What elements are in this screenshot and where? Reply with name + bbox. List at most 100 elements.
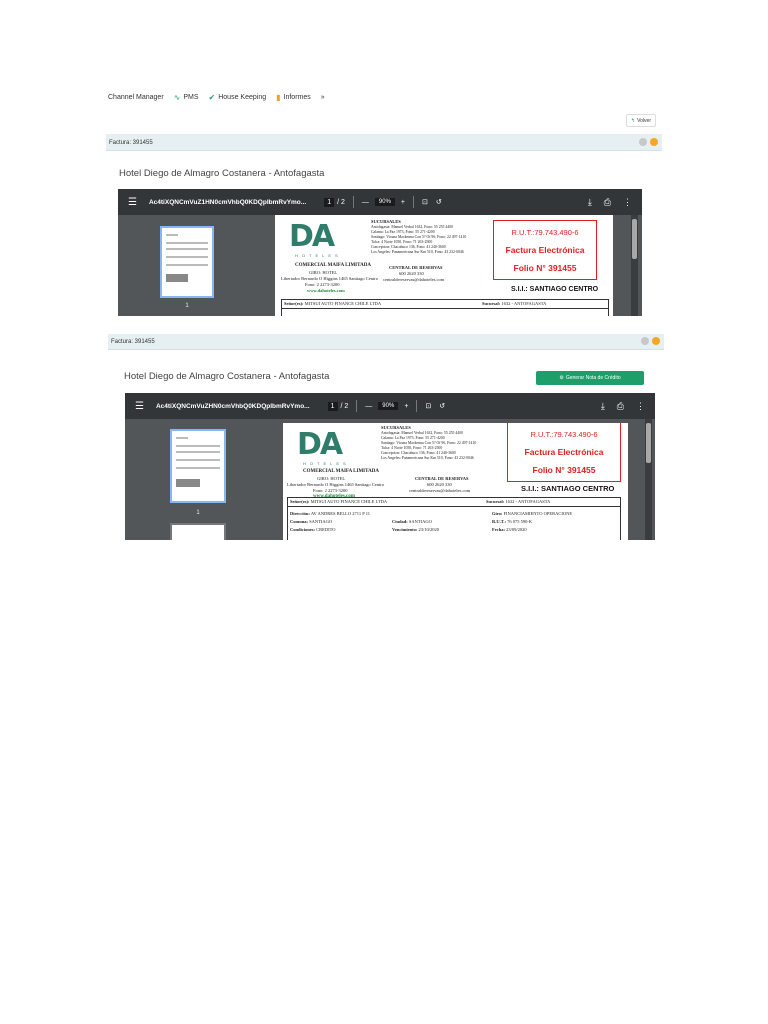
company-giro: GIRO: HOTEL <box>317 476 346 481</box>
field-label: Señor(es): <box>284 301 304 306</box>
factura-title: Factura: 391455 <box>109 139 153 146</box>
branch-line: Calama: La Paz 1973, Fono: 55 271-4200 <box>381 436 445 440</box>
doc-type: Factura Electrónica <box>524 447 604 457</box>
nav-more[interactable]: » <box>321 94 325 101</box>
field-label: Giro: <box>492 511 503 516</box>
pdf-filename: Ac4tiXQNCmVuZ1HN0cmVhbQ0KDQpIbmRvYmo... <box>148 198 307 206</box>
rotate-icon[interactable]: ↺ <box>436 198 442 206</box>
nav-house-keeping[interactable]: ✔ House Keeping <box>209 93 267 102</box>
nav-channel-manager[interactable]: Channel Manager <box>108 94 164 101</box>
fit-page-icon[interactable]: ⊡ <box>425 402 431 410</box>
nav-informes[interactable]: ▮ Informes <box>276 93 311 102</box>
branch-line: Santiago: Vicuna Mackenna Con 5? Of 96, … <box>381 441 477 445</box>
toolbar-row: ↰ Volver <box>106 108 662 135</box>
field-value: 1632 - ANTOFAGASTA <box>505 499 551 504</box>
nav-label: Channel Manager <box>108 93 164 101</box>
page-indicator: 1 / 2 <box>327 401 349 411</box>
doc-type: Factura Electrónica <box>505 245 585 255</box>
field-value: MITSUI AUTO FINANCE CHILE LTDA <box>310 499 388 504</box>
sucursales-title: SUCURSALES <box>381 425 411 430</box>
invoice-panel-1: ↰ Volver Factura: 391455 Hotel Diego de … <box>106 108 662 316</box>
menu-icon[interactable]: ☰ <box>128 197 137 208</box>
rut-text: R.U.T.:79.743.490-6 <box>511 228 579 237</box>
zoom-out-icon[interactable]: — <box>365 403 372 410</box>
company-address: Libertador Bernardo O Higgins 1465 Santi… <box>281 276 378 281</box>
rut-field: R.U.T.: 76 075 590-K <box>492 519 532 524</box>
sucursal-field: Sucursal: 1632 - ANTOFAGASTA <box>486 499 550 504</box>
comuna-field: Comuna: SANTIAGO <box>290 519 332 524</box>
zoom-level[interactable]: 90% <box>374 198 395 206</box>
nav-label: House Keeping <box>218 93 267 101</box>
collapse-icon[interactable] <box>639 138 647 146</box>
branch-line: Los Angeles: Panamericana Sur Km 510, Fo… <box>371 250 464 254</box>
generar-nota-credito-button[interactable]: ⚙ Generar Nota de Crédito <box>536 371 644 385</box>
page-indicator: 1 / 2 <box>324 197 345 207</box>
company-web[interactable]: www.dahoteles.com <box>307 288 345 293</box>
field-value: CREDITO <box>316 527 336 532</box>
download-icon[interactable]: ⤓ <box>588 197 592 208</box>
pdf-page: DA HOTELES COMERCIAL MAIFA LIMITADA GIRO… <box>283 423 628 540</box>
divider <box>416 400 418 412</box>
senor-field: Señor(es): MITSUI AUTO FINANCE CHILE LTD… <box>290 499 387 504</box>
invoice-red-box: R.U.T.:79.743.490-6 Factura Electrónica … <box>493 220 597 280</box>
thumbnail-number: 1 <box>185 303 189 309</box>
page-input[interactable]: 1 <box>327 401 338 411</box>
thumbnail-number: 1 <box>196 510 200 516</box>
vencimiento-field: Vencimiento: 23/10/2020 <box>392 527 439 532</box>
field-value: MITSUI AUTO FINANCE CHILE LTDA <box>304 301 382 306</box>
pdf-viewer: ☰ Ac4tiXQNCmVuZ1HN0cmVhbQ0KDQpIbmRvYmo..… <box>118 189 642 316</box>
page-total: / 2 <box>337 198 345 206</box>
page-thumbnail[interactable] <box>170 429 226 503</box>
print-icon[interactable]: ⎙ <box>604 197 611 208</box>
pdf-viewer: ☰ Ac4tiXQNCmVuZHN0cmVhbQ0KDQpIbmRvYmo...… <box>125 393 655 540</box>
fit-page-icon[interactable]: ⊡ <box>422 198 428 206</box>
rotate-icon[interactable]: ↺ <box>439 402 445 410</box>
collapse-icon[interactable] <box>641 337 649 345</box>
sii-text: S.I.I.: SANTIAGO CENTRO <box>521 484 615 493</box>
zoom-out-icon[interactable]: — <box>362 199 369 206</box>
folio-text: Folio N° 391455 <box>513 263 577 273</box>
field-value: 1632 - ANTOFAGASTA <box>501 301 547 306</box>
nav-pms[interactable]: ∿ PMS <box>174 93 199 102</box>
pdf-page: DA HOTELES COMERCIAL MAIFA LIMITADA GIRO… <box>275 215 613 316</box>
top-nav: Channel Manager ∿ PMS ✔ House Keeping ▮ … <box>108 86 660 108</box>
back-arrow-icon: ↰ <box>630 117 636 124</box>
hoteles-text: HOTELES <box>303 461 350 466</box>
pdf-scrollbar[interactable] <box>631 215 638 316</box>
branch-line: Santiago: Vicuna Mackenna Con 5? Of 96, … <box>371 235 467 239</box>
branch-line: Los Angeles: Panamericana Sur Km 510, Fo… <box>381 456 474 460</box>
invoice-red-box: R.U.T.:79.743.490-6 Factura Electrónica … <box>507 423 621 482</box>
field-value: SANTIAGO <box>408 519 432 524</box>
page-input[interactable]: 1 <box>324 197 335 207</box>
pdf-toolbar: ☰ Ac4tiXQNCmVuZ1HN0cmVhbQ0KDQpIbmRvYmo..… <box>118 189 642 215</box>
hotel-title: Hotel Diego de Almagro Costanera - Antof… <box>124 371 330 382</box>
field-label: Fecha: <box>492 527 505 532</box>
company-phone: Fono: 2 2273-3200 <box>313 488 348 493</box>
zoom-in-icon[interactable]: + <box>404 403 408 410</box>
menu-icon[interactable]: ☰ <box>135 401 144 412</box>
reservas-email: centraldereservas@dahoteles.com <box>409 488 471 493</box>
senor-field: Señor(es): MITSUI AUTO FINANCE CHILE LTD… <box>284 301 381 306</box>
more-options-icon[interactable]: ⋮ <box>623 197 632 208</box>
button-label: Generar Nota de Crédito <box>565 375 621 381</box>
invoice-panel-2: Factura: 391455 Hotel Diego de Almagro C… <box>108 334 664 540</box>
company-name: COMERCIAL MAIFA LIMITADA <box>303 469 379 474</box>
print-icon[interactable]: ⎙ <box>617 401 624 412</box>
volver-label: Volver <box>637 117 651 124</box>
factura-header: Factura: 391455 <box>108 334 664 350</box>
factura-header: Factura: 391455 <box>106 135 662 151</box>
field-value: FINANCIAMIENTO OPERACIONE <box>503 511 573 516</box>
direccion-field: Dirección: AV ANDRES BELLO 2711 P 11 <box>290 511 370 516</box>
close-icon[interactable] <box>652 337 660 345</box>
zoom-in-icon[interactable]: + <box>401 199 405 206</box>
more-options-icon[interactable]: ⋮ <box>636 401 645 412</box>
zoom-level[interactable]: 90% <box>378 402 399 410</box>
page-total: / 2 <box>340 402 349 410</box>
company-phone: Fono: 2 2273-3200 <box>305 282 340 287</box>
page-thumbnail-2[interactable] <box>170 523 226 540</box>
page-thumbnail[interactable] <box>160 226 214 298</box>
pdf-scrollbar[interactable] <box>645 419 652 540</box>
close-icon[interactable] <box>650 138 658 146</box>
download-icon[interactable]: ⤓ <box>601 401 605 412</box>
volver-button[interactable]: ↰ Volver <box>625 114 656 127</box>
